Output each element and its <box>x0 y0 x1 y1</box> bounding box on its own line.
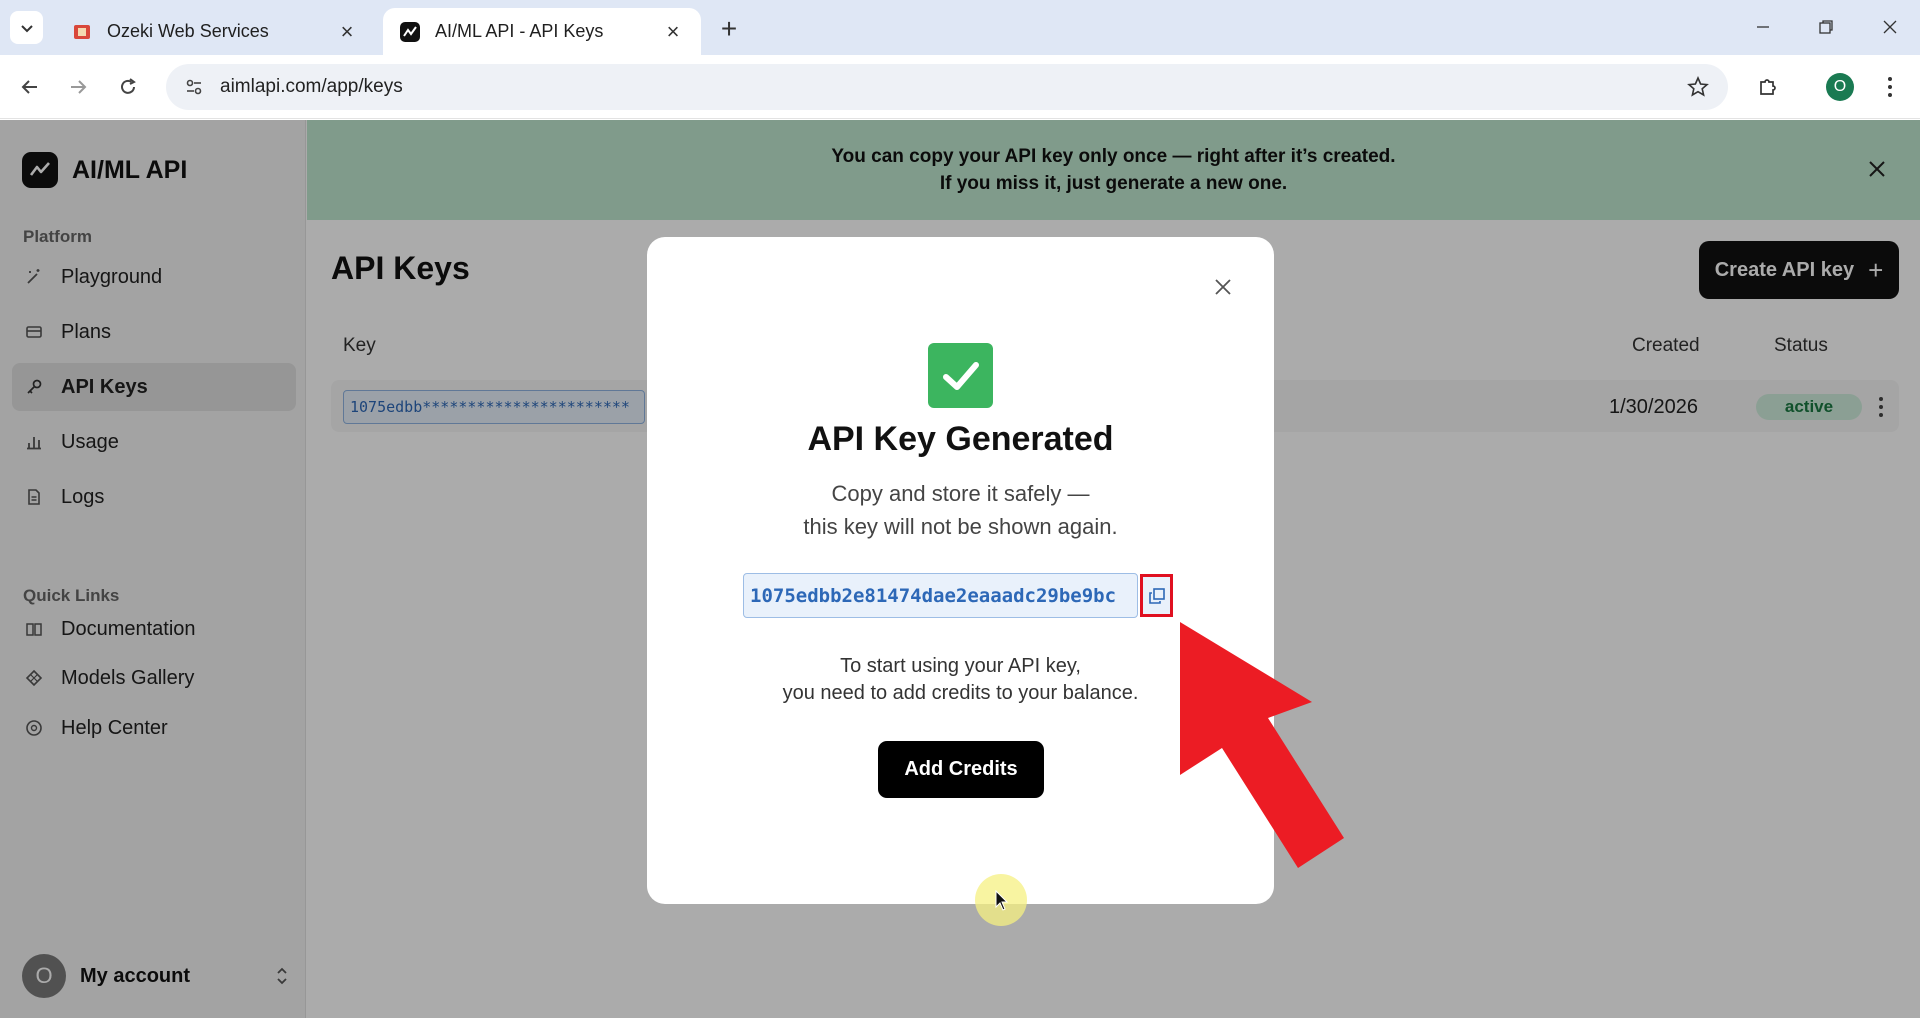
close-window-button[interactable] <box>1870 10 1910 44</box>
address-bar[interactable]: aimlapi.com/app/keys <box>166 64 1728 110</box>
browser-tabstrip: Ozeki Web Services × AI/ML API - API Key… <box>0 0 1920 55</box>
bookmark-star-icon[interactable] <box>1678 76 1718 98</box>
extensions-button[interactable] <box>1750 69 1786 105</box>
close-icon <box>1215 279 1231 295</box>
arrow-right-icon <box>71 80 87 94</box>
copy-icon <box>1148 587 1165 604</box>
puzzle-icon <box>1760 79 1776 95</box>
new-tab-button[interactable]: + <box>712 12 746 46</box>
modal-title: API Key Generated <box>807 420 1114 458</box>
aiml-favicon-icon <box>399 21 421 43</box>
check-mark-icon <box>928 343 993 408</box>
tab-search-button[interactable] <box>10 11 43 44</box>
tab-title: AI/ML API - API Keys <box>435 21 604 41</box>
mouse-pointer-icon <box>995 890 1009 911</box>
api-key-value[interactable]: 1075edbb2e81474dae2eaaadc29be9bc <box>743 573 1138 618</box>
url-text: aimlapi.com/app/keys <box>220 76 403 97</box>
add-credits-button[interactable]: Add Credits <box>878 741 1044 798</box>
browser-menu-button[interactable] <box>1872 69 1908 105</box>
kebab-menu-icon <box>1888 77 1892 97</box>
back-button[interactable] <box>12 69 48 105</box>
modal-subtitle: Copy and store it safely — this key will… <box>647 477 1274 543</box>
chevron-down-icon <box>20 24 33 32</box>
annotation-arrow-icon <box>1180 622 1344 868</box>
minimize-button[interactable] <box>1743 10 1783 44</box>
close-icon <box>1883 20 1897 34</box>
reload-icon <box>121 78 136 94</box>
arrow-left-icon <box>21 80 37 94</box>
tab-title: Ozeki Web Services <box>107 21 269 41</box>
ozeki-favicon-icon <box>71 21 93 43</box>
profile-avatar[interactable]: O <box>1826 73 1854 101</box>
copy-key-button[interactable] <box>1140 574 1173 617</box>
browser-tab-ozeki[interactable]: Ozeki Web Services × <box>55 8 375 55</box>
subtitle-line: Copy and store it safely — <box>831 481 1090 506</box>
forward-button[interactable] <box>60 69 96 105</box>
close-icon[interactable]: × <box>335 19 359 44</box>
reload-button[interactable] <box>110 69 146 105</box>
browser-tab-aiml[interactable]: AI/ML API - API Keys × <box>383 8 701 55</box>
restore-icon <box>1819 20 1833 34</box>
browser-toolbar: aimlapi.com/app/keys O <box>0 55 1920 119</box>
subtitle-line: this key will not be shown again. <box>803 514 1118 539</box>
site-info-icon[interactable] <box>172 77 216 97</box>
minimize-icon <box>1757 26 1769 28</box>
modal-close-button[interactable] <box>1209 273 1237 301</box>
close-icon[interactable]: × <box>661 19 685 44</box>
restore-button[interactable] <box>1806 10 1846 44</box>
